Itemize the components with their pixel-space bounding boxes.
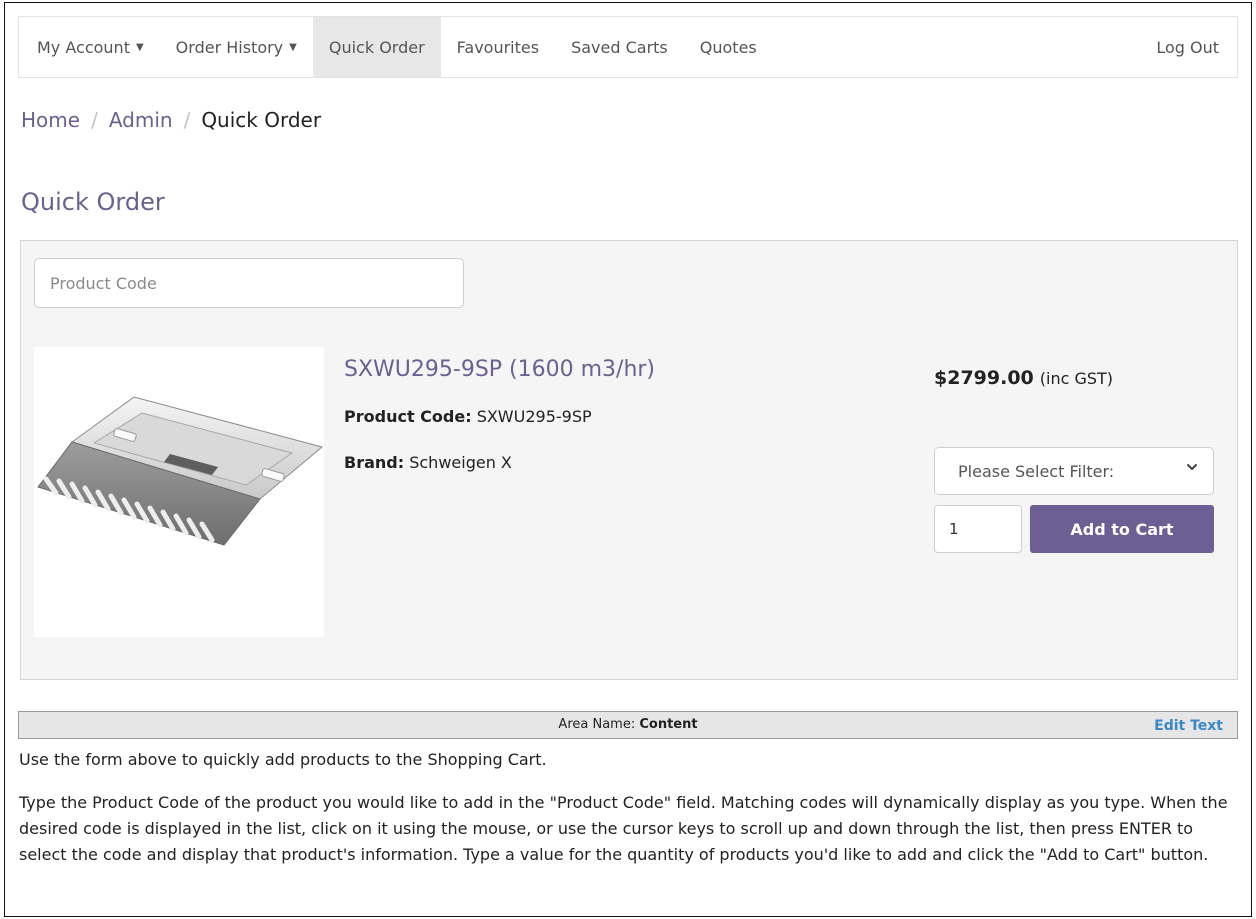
chevron-down-icon	[1187, 464, 1197, 470]
product-code-label: Product Code:	[344, 407, 472, 426]
top-nav: My Account ▼ Order History ▼ Quick Order…	[18, 16, 1238, 78]
breadcrumb-admin[interactable]: Admin	[109, 108, 173, 132]
nav-my-account[interactable]: My Account ▼	[19, 17, 160, 77]
caret-down-icon: ▼	[289, 41, 297, 53]
nav-label: My Account	[37, 37, 130, 57]
nav-label: Log Out	[1156, 37, 1219, 57]
page-title: Quick Order	[21, 188, 165, 216]
quick-order-panel: SXWU295-9SP (1600 m3/hr) Product Code: S…	[20, 240, 1238, 680]
product-brand-label: Brand:	[344, 453, 405, 472]
content-paragraph-1: Use the form above to quickly add produc…	[19, 750, 547, 769]
nav-label: Favourites	[456, 37, 540, 57]
product-image[interactable]	[34, 347, 324, 637]
area-name-prefix: Area Name:	[558, 717, 636, 732]
nav-quotes[interactable]: Quotes	[684, 17, 773, 77]
nav-label: Saved Carts	[571, 37, 668, 57]
product-brand-line: Brand: Schweigen X	[344, 453, 512, 472]
range-hood-image	[37, 396, 324, 546]
quantity-input[interactable]	[934, 505, 1022, 553]
area-name-bar: Area Name: Content Edit Text	[18, 711, 1238, 739]
area-name-value: Content	[639, 717, 698, 732]
logout-link[interactable]: Log Out	[1140, 17, 1237, 77]
nav-quick-order[interactable]: Quick Order	[312, 17, 441, 77]
content-paragraph-2: Type the Product Code of the product you…	[19, 793, 1228, 864]
product-name-link[interactable]: SXWU295-9SP (1600 m3/hr)	[344, 357, 655, 382]
filter-select[interactable]: Please Select Filter:	[934, 447, 1214, 495]
nav-order-history[interactable]: Order History ▼	[160, 17, 313, 77]
caret-down-icon: ▼	[135, 41, 144, 53]
price-tax-note: (inc GST)	[1039, 369, 1114, 388]
product-code-input[interactable]	[34, 258, 464, 308]
breadcrumb-separator: /	[91, 108, 98, 132]
breadcrumb-home[interactable]: Home	[21, 108, 80, 132]
nav-label: Quick Order	[328, 37, 425, 57]
area-name-label: Area Name: Content	[19, 717, 1237, 732]
price-line: $2799.00 (inc GST)	[934, 367, 1113, 389]
nav-label: Order History	[175, 37, 284, 57]
product-brand-value: Schweigen X	[409, 453, 512, 472]
breadcrumb-separator: /	[183, 108, 191, 132]
add-to-cart-button[interactable]: Add to Cart	[1030, 505, 1214, 553]
product-price: $2799.00	[934, 367, 1034, 389]
nav-label: Quotes	[699, 37, 757, 57]
nav-favourites[interactable]: Favourites	[441, 17, 555, 77]
edit-text-link[interactable]: Edit Text	[1154, 718, 1223, 734]
filter-select-value: Please Select Filter:	[958, 461, 1115, 481]
product-code-line: Product Code: SXWU295-9SP	[344, 407, 592, 426]
nav-saved-carts[interactable]: Saved Carts	[555, 17, 684, 77]
breadcrumb-current: Quick Order	[201, 108, 322, 132]
product-code-value: SXWU295-9SP	[476, 407, 592, 426]
breadcrumb: Home / Admin / Quick Order	[21, 108, 321, 132]
